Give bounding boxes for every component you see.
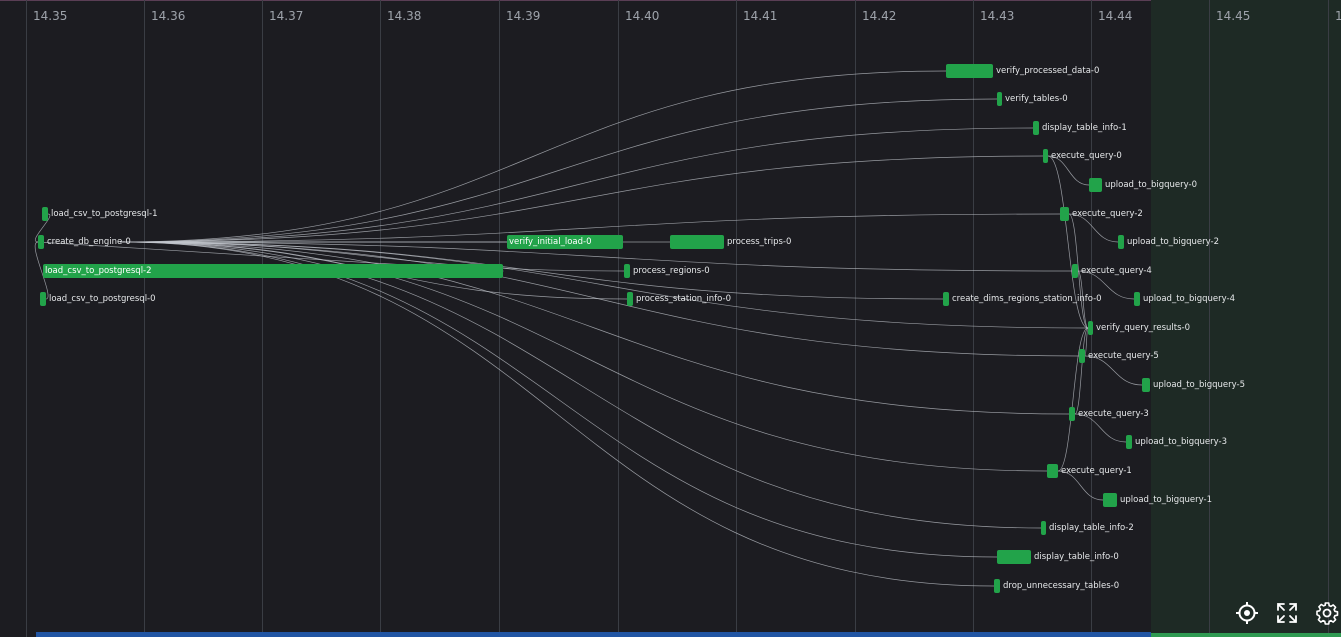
task-label: upload_to_bigquery-2	[1127, 237, 1219, 247]
task-bar[interactable]	[624, 264, 630, 278]
task-bar[interactable]	[1126, 435, 1132, 449]
task-bar[interactable]	[946, 64, 993, 78]
settings-gear-icon	[1316, 602, 1339, 625]
dependency-edge	[119, 241, 1042, 529]
dependency-edge	[119, 98, 998, 243]
task-label: create_dims_regions_station_info-0	[952, 294, 1102, 304]
task-bar[interactable]	[997, 92, 1002, 106]
task-label: execute_query-3	[1078, 409, 1149, 419]
task-label: display_table_info-2	[1049, 523, 1134, 533]
task-bar[interactable]	[1060, 207, 1069, 221]
task-label: process_regions-0	[633, 266, 710, 276]
task-label: execute_query-0	[1051, 151, 1122, 161]
fullscreen-button[interactable]	[1274, 600, 1300, 626]
dependency-edges	[34, 70, 1143, 587]
task-label: drop_unnecessary_tables-0	[1003, 581, 1120, 591]
task-bar[interactable]	[1079, 349, 1085, 363]
task-bar[interactable]	[1142, 378, 1150, 392]
fullscreen-icon	[1277, 603, 1297, 623]
task-label: execute_query-4	[1081, 266, 1152, 276]
task-label: verify_query_results-0	[1096, 323, 1190, 333]
dependency-edge	[119, 70, 947, 243]
task-label: upload_to_bigquery-5	[1153, 380, 1245, 390]
task-bar[interactable]	[42, 207, 48, 221]
task-bar[interactable]	[40, 292, 46, 306]
task-bar[interactable]	[38, 235, 44, 249]
locate-button[interactable]	[1234, 600, 1260, 626]
task-bar[interactable]	[1033, 121, 1039, 135]
task-label: load_csv_to_postgresql-1	[51, 209, 158, 219]
dependency-edge	[119, 241, 995, 587]
task-label: execute_query-2	[1072, 209, 1143, 219]
dependency-edge	[119, 155, 1044, 243]
task-bar[interactable]	[1089, 178, 1102, 192]
task-label: create_db_engine-0	[47, 237, 131, 247]
task-bar[interactable]	[1103, 493, 1117, 507]
dependency-edge	[1074, 327, 1089, 415]
task-label: upload_to_bigquery-4	[1143, 294, 1235, 304]
task-bar[interactable]	[1041, 521, 1046, 535]
dependency-edge	[119, 241, 1089, 329]
task-bar[interactable]	[1088, 321, 1093, 335]
task-label: load_csv_to_postgresql-2	[45, 266, 152, 276]
task-label: upload_to_bigquery-3	[1135, 437, 1227, 447]
current-time-indicator	[1151, 633, 1341, 637]
task-label: upload_to_bigquery-1	[1120, 495, 1212, 505]
task-bar[interactable]	[994, 579, 1000, 593]
task-label: execute_query-1	[1061, 466, 1132, 476]
timeline-scroll-bar[interactable]	[36, 632, 1151, 637]
task-bar[interactable]	[997, 550, 1031, 564]
task-label: verify_initial_load-0	[509, 237, 592, 247]
task-bar[interactable]	[943, 292, 949, 306]
task-label: verify_tables-0	[1005, 94, 1068, 104]
task-bar[interactable]	[670, 235, 724, 249]
task-label: display_table_info-1	[1042, 123, 1127, 133]
gantt-timeline-canvas[interactable]: 14.35 14.36 14.37 14.38 14.39 14.40 14.41 14.42…	[0, 0, 1341, 637]
task-bar[interactable]	[1072, 264, 1078, 278]
task-label: process_station_info-0	[636, 294, 731, 304]
task-label: execute_query-5	[1088, 351, 1159, 361]
task-bar[interactable]	[1047, 464, 1058, 478]
task-label: load_csv_to_postgresql-0	[49, 294, 156, 304]
settings-button[interactable]	[1314, 600, 1340, 626]
task-label: verify_processed_data-0	[996, 66, 1100, 76]
task-bar[interactable]	[1069, 407, 1075, 421]
locate-icon	[1236, 602, 1258, 624]
task-label: display_table_info-0	[1034, 552, 1119, 562]
task-bar[interactable]	[627, 292, 633, 306]
task-bar[interactable]	[1043, 149, 1048, 163]
task-label: process_trips-0	[727, 237, 792, 247]
task-bar[interactable]	[1118, 235, 1124, 249]
task-label: upload_to_bigquery-0	[1105, 180, 1197, 190]
dependency-edge	[119, 127, 1034, 243]
task-bar[interactable]	[1134, 292, 1140, 306]
